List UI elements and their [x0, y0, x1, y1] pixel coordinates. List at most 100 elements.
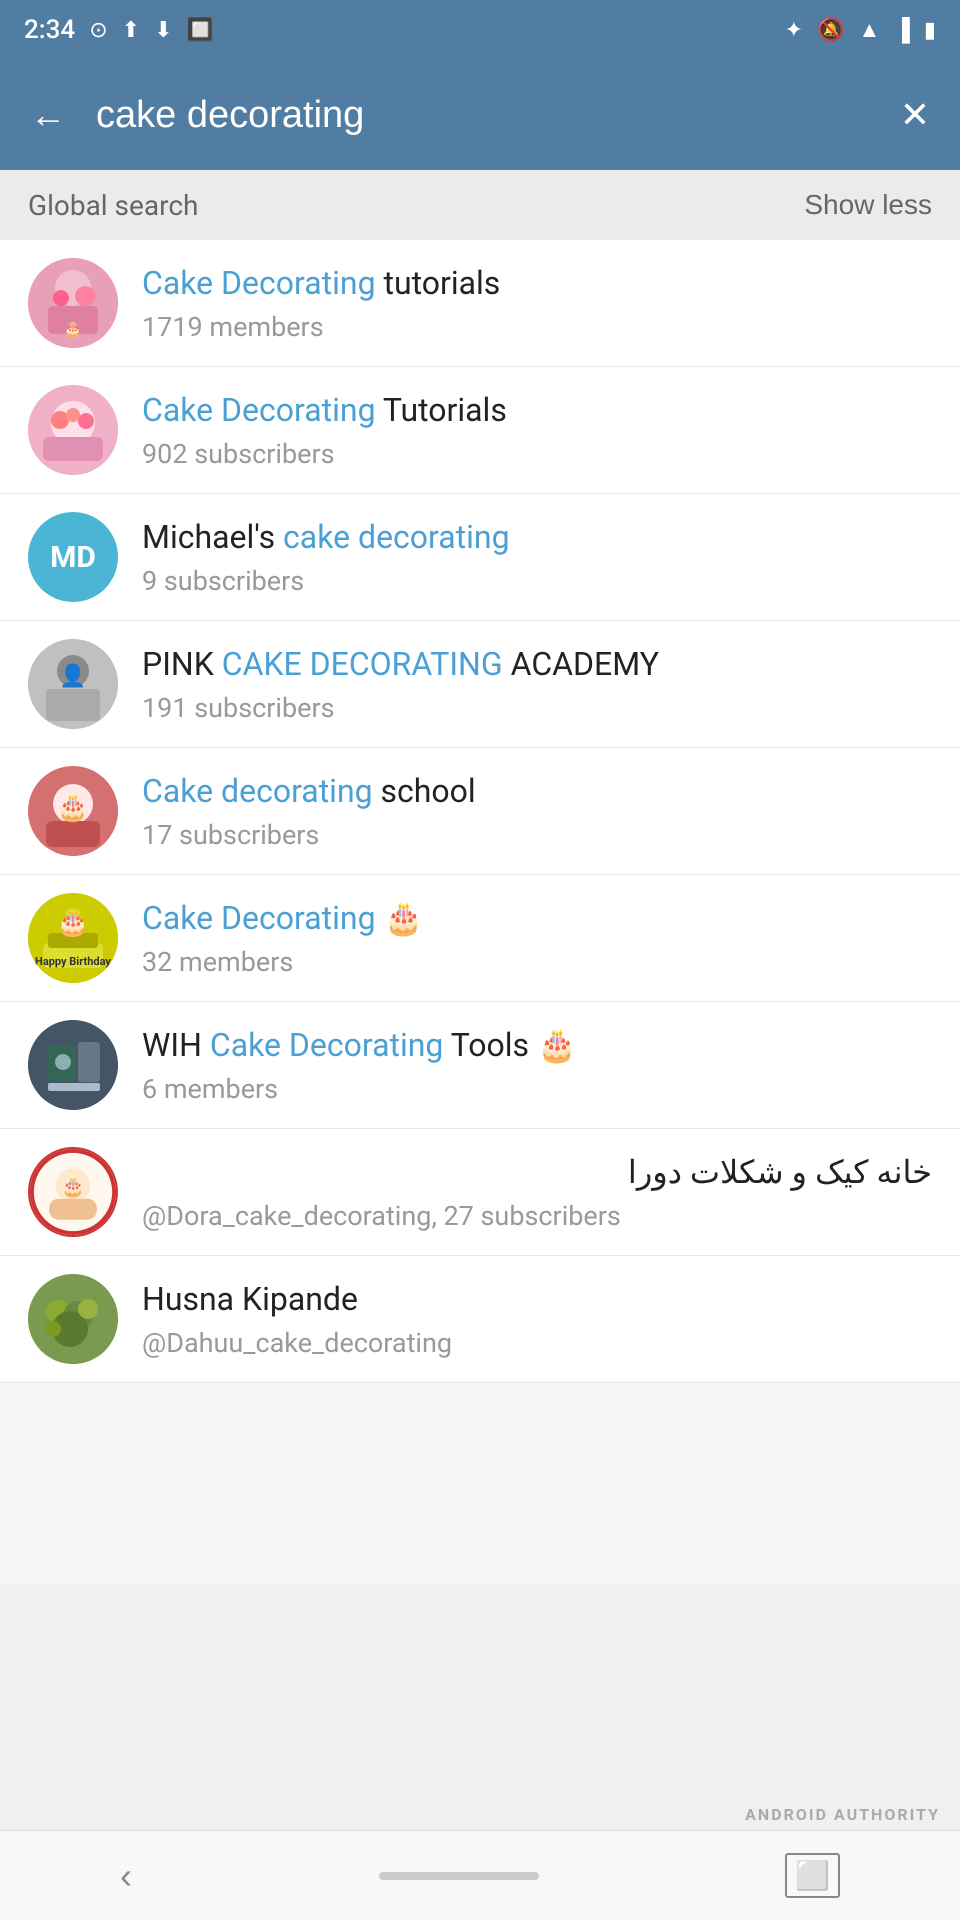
- result-info: خانه کیک و شکلات دورا @Dora_cake_decorat…: [142, 1152, 932, 1232]
- highlight-text: cake decorating: [283, 518, 510, 556]
- status-bar: 2:34 ⊙ ⬆ ⬇ 🔲 ✦ 🔕 ▲ ▐ ▮: [0, 0, 960, 60]
- svg-text:🎂: 🎂: [57, 906, 89, 938]
- recent-apps-icon: ⬜: [785, 1853, 840, 1898]
- k-icon: 🔲: [187, 18, 214, 43]
- regular-text: tutorials: [376, 264, 501, 302]
- avatar: 🎂: [28, 766, 118, 856]
- result-meta: @Dora_cake_decorating, 27 subscribers: [142, 1200, 932, 1232]
- back-nav-button[interactable]: ‹: [120, 1855, 132, 1897]
- bottom-nav: ‹ ⬜: [0, 1830, 960, 1920]
- result-meta: 6 members: [142, 1073, 932, 1105]
- regular-text-2: ACADEMY: [503, 645, 659, 683]
- result-info: Cake Decorating Tutorials 902 subscriber…: [142, 390, 932, 470]
- avatar: MD: [28, 512, 118, 602]
- list-item[interactable]: Husna Kipande @Dahuu_cake_decorating: [0, 1256, 960, 1383]
- content-spacer: [0, 1383, 960, 1583]
- highlight-text: Cake Decorating: [142, 899, 376, 937]
- avatar: 🎂: [28, 1147, 118, 1237]
- result-info: Cake Decorating tutorials 1719 members: [142, 263, 932, 343]
- result-name: Husna Kipande: [142, 1279, 932, 1321]
- highlight-text: Cake Decorating: [142, 264, 376, 302]
- avatar: 🎂: [28, 258, 118, 348]
- search-bar: ← ✕: [0, 60, 960, 170]
- recent-apps-button[interactable]: ⬜: [785, 1853, 840, 1898]
- search-input[interactable]: [96, 94, 870, 137]
- result-name: PINK CAKE DECORATING ACADEMY: [142, 644, 932, 686]
- result-name: خانه کیک و شکلات دورا: [142, 1152, 932, 1194]
- global-search-header: Global search Show less: [0, 170, 960, 240]
- result-name: Cake decorating school: [142, 771, 932, 813]
- regular-text: PINK: [142, 645, 222, 683]
- avatar: [28, 1274, 118, 1364]
- svg-text:👤: 👤: [59, 663, 86, 689]
- result-meta: @Dahuu_cake_decorating: [142, 1327, 932, 1359]
- close-icon: ✕: [900, 94, 930, 136]
- global-search-label: Global search: [28, 189, 198, 222]
- upload-icon: ⬆: [122, 18, 140, 43]
- result-meta: 191 subscribers: [142, 692, 932, 724]
- home-indicator[interactable]: [379, 1872, 539, 1880]
- avatar: [28, 385, 118, 475]
- regular-text: Tutorials: [376, 391, 507, 429]
- list-item[interactable]: 🎂 خانه کیک و شکلات دورا @Dora_cake_decor…: [0, 1129, 960, 1256]
- name-text: Husna Kipande: [142, 1280, 358, 1318]
- result-meta: 32 members: [142, 946, 932, 978]
- back-arrow-icon: ←: [30, 94, 66, 136]
- result-info: Cake decorating school 17 subscribers: [142, 771, 932, 851]
- regular-text: school: [373, 772, 476, 810]
- avatar: 🎂 Happy Birthday: [28, 893, 118, 983]
- highlight-text: Cake decorating: [142, 772, 373, 810]
- result-name: Cake Decorating tutorials: [142, 263, 932, 305]
- list-item[interactable]: 🎂 Happy Birthday Cake Decorating 🎂 32 me…: [0, 875, 960, 1002]
- highlight-text: CAKE DECORATING: [222, 645, 503, 683]
- emoji-text: 🎂: [376, 899, 424, 937]
- list-item[interactable]: Cake Decorating Tutorials 902 subscriber…: [0, 367, 960, 494]
- list-item[interactable]: WIH Cake Decorating Tools 🎂 6 members: [0, 1002, 960, 1129]
- show-less-button[interactable]: Show less: [804, 189, 932, 221]
- list-item[interactable]: MD Michael's cake decorating 9 subscribe…: [0, 494, 960, 621]
- result-meta: 902 subscribers: [142, 438, 932, 470]
- back-button[interactable]: ←: [20, 94, 76, 136]
- arabic-text: خانه کیک و شکلات دورا: [628, 1153, 932, 1191]
- results-list: 🎂 Cake Decorating tutorials 1719 members: [0, 240, 960, 1383]
- result-name: Cake Decorating Tutorials: [142, 390, 932, 432]
- result-info: WIH Cake Decorating Tools 🎂 6 members: [142, 1025, 932, 1105]
- mute-icon: 🔕: [817, 18, 844, 43]
- signal-icon: ▐: [894, 17, 910, 43]
- svg-text:🎂: 🎂: [64, 320, 81, 338]
- svg-text:🎂: 🎂: [61, 1175, 85, 1198]
- regular-text-2: Tools 🎂: [443, 1026, 576, 1064]
- result-info: Cake Decorating 🎂 32 members: [142, 898, 932, 978]
- result-info: Michael's cake decorating 9 subscribers: [142, 517, 932, 597]
- result-meta: 1719 members: [142, 311, 932, 343]
- shield-icon: ⊙: [89, 18, 107, 43]
- result-info: Husna Kipande @Dahuu_cake_decorating: [142, 1279, 932, 1359]
- regular-text: Michael's: [142, 518, 283, 556]
- status-right-icons: ✦ 🔕 ▲ ▐ ▮: [785, 17, 936, 43]
- highlight-text: Cake Decorating: [142, 391, 376, 429]
- list-item[interactable]: 🎂 Cake Decorating tutorials 1719 members: [0, 240, 960, 367]
- highlight-text: Cake Decorating: [210, 1026, 444, 1064]
- battery-icon: ▮: [924, 18, 936, 43]
- wifi-icon: ▲: [859, 17, 881, 43]
- result-name: WIH Cake Decorating Tools 🎂: [142, 1025, 932, 1067]
- back-nav-icon: ‹: [120, 1855, 132, 1897]
- svg-text:🎂: 🎂: [57, 791, 89, 823]
- avatar: [28, 1020, 118, 1110]
- download-icon: ⬇: [154, 18, 172, 43]
- list-item[interactable]: 👤 PINK CAKE DECORATING ACADEMY 191 subsc…: [0, 621, 960, 748]
- bluetooth-icon: ✦: [785, 18, 803, 43]
- watermark: ANDROID AUTHORITY: [745, 1805, 940, 1824]
- svg-text:Happy Birthday: Happy Birthday: [35, 955, 111, 968]
- list-item[interactable]: 🎂 Cake decorating school 17 subscribers: [0, 748, 960, 875]
- regular-text: WIH: [142, 1026, 210, 1064]
- result-info: PINK CAKE DECORATING ACADEMY 191 subscri…: [142, 644, 932, 724]
- result-meta: 9 subscribers: [142, 565, 932, 597]
- clear-button[interactable]: ✕: [890, 94, 940, 136]
- status-left: 2:34 ⊙ ⬆ ⬇ 🔲: [24, 15, 214, 45]
- status-time: 2:34: [24, 15, 75, 45]
- result-meta: 17 subscribers: [142, 819, 932, 851]
- result-name: Cake Decorating 🎂: [142, 898, 932, 940]
- avatar: 👤: [28, 639, 118, 729]
- result-name: Michael's cake decorating: [142, 517, 932, 559]
